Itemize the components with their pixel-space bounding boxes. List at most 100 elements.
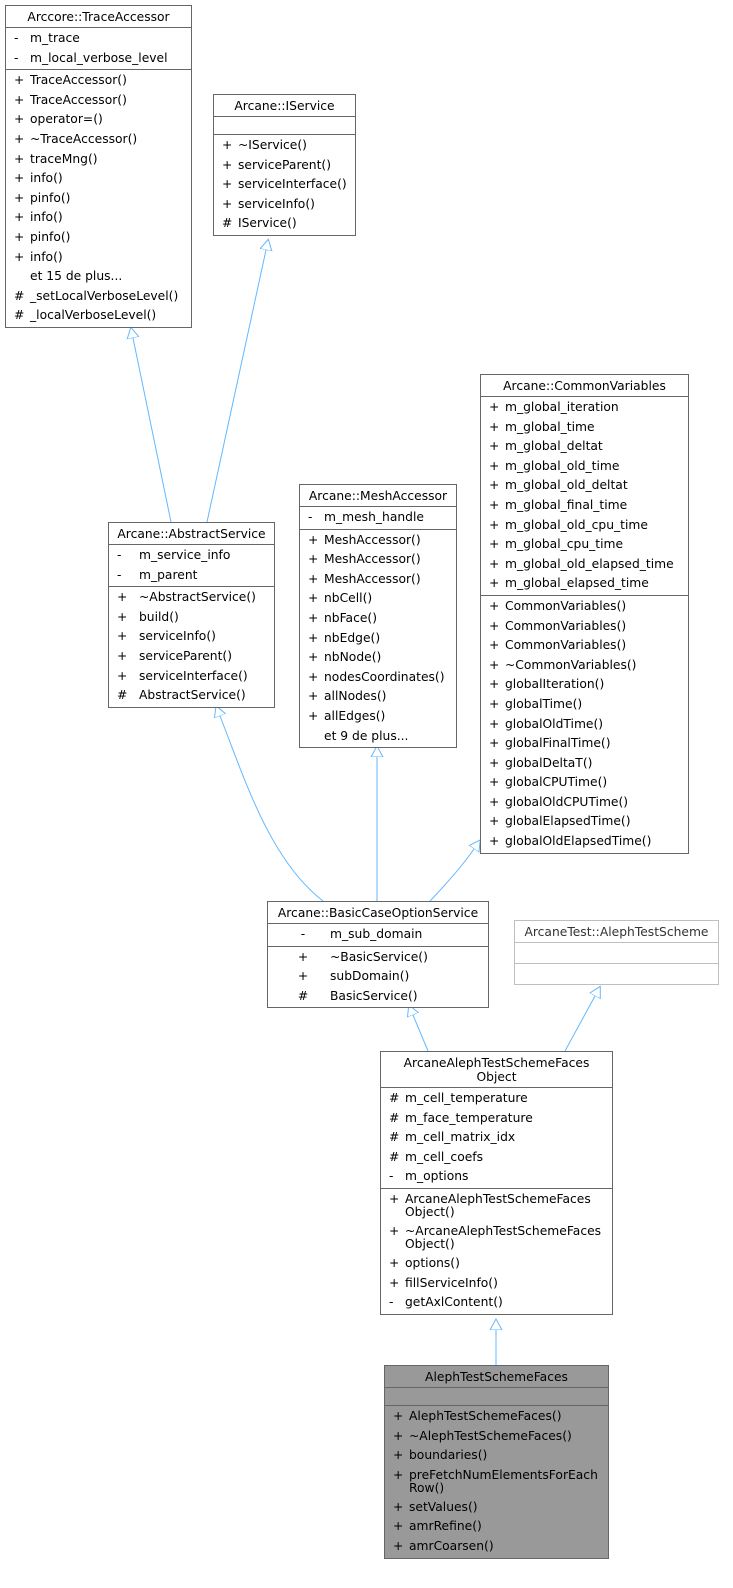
method-row[interactable]: + AlephTestSchemeFaces(): [385, 1407, 608, 1427]
attribute-row[interactable]: + m_global_old_deltat: [481, 476, 688, 496]
method-row[interactable]: + amrRefine(): [385, 1517, 608, 1537]
method-row[interactable]: + fillServiceInfo(): [381, 1274, 612, 1294]
attribute-row[interactable]: - m_sub_domain: [268, 925, 488, 945]
method-row[interactable]: + globalElapsedTime(): [481, 812, 688, 832]
attribute-row[interactable]: + m_global_old_cpu_time: [481, 516, 688, 536]
visibility-marker: +: [308, 708, 319, 723]
method-row[interactable]: + MeshAccessor(): [300, 550, 456, 570]
method-row[interactable]: + globalIteration(): [481, 675, 688, 695]
attribute-row[interactable]: - m_parent: [109, 566, 274, 586]
attribute-row[interactable]: - m_local_verbose_level: [6, 49, 191, 69]
attribute-row[interactable]: + m_global_time: [481, 418, 688, 438]
method-row[interactable]: + nodesCoordinates(): [300, 668, 456, 688]
method-row[interactable]: + allNodes(): [300, 687, 456, 707]
method-row[interactable]: + pinfo(): [6, 228, 191, 248]
method-row[interactable]: # BasicService(): [268, 987, 488, 1007]
visibility-marker: +: [393, 1409, 404, 1423]
class-abstract-service[interactable]: Arcane::AbstractService - m_service_info -…: [108, 522, 275, 708]
visibility-marker: +: [297, 969, 309, 984]
method-row[interactable]: + CommonVariables(): [481, 636, 688, 656]
attribute-row[interactable]: + m_global_old_time: [481, 457, 688, 477]
attribute-row[interactable]: + m_global_cpu_time: [481, 535, 688, 555]
method-row[interactable]: + boundaries(): [385, 1446, 608, 1466]
method-row[interactable]: et 15 de plus...: [6, 267, 191, 287]
method-row[interactable]: + ~ArcaneAlephTestSchemeFaces Object(): [381, 1222, 612, 1254]
attribute-row[interactable]: - m_mesh_handle: [300, 508, 456, 528]
method-row[interactable]: + serviceInfo(): [109, 627, 274, 647]
method-row[interactable]: + serviceInfo(): [214, 195, 355, 215]
class-trace-accessor[interactable]: Arccore::TraceAccessor - m_trace - m_local_…: [5, 5, 192, 328]
method-row[interactable]: + serviceParent(): [109, 647, 274, 667]
method-row[interactable]: et 9 de plus...: [300, 727, 456, 747]
method-row[interactable]: # AbstractService(): [109, 686, 274, 706]
method-row[interactable]: + globalCPUTime(): [481, 773, 688, 793]
attribute-row[interactable]: - m_trace: [6, 29, 191, 49]
attribute-row[interactable]: + m_global_iteration: [481, 398, 688, 418]
method-row[interactable]: + serviceParent(): [214, 156, 355, 176]
attribute-row[interactable]: # m_cell_matrix_idx: [381, 1128, 612, 1148]
class-common-variables[interactable]: Arcane::CommonVariables + m_global_iterat…: [480, 374, 689, 854]
class-basic-case-option-service[interactable]: Arcane::BasicCaseOptionService - m_sub_do…: [267, 901, 489, 1009]
method-row[interactable]: + globalTime(): [481, 695, 688, 715]
method-row[interactable]: + globalFinalTime(): [481, 734, 688, 754]
method-row[interactable]: + operator=(): [6, 110, 191, 130]
method-row[interactable]: + options(): [381, 1254, 612, 1274]
method-row[interactable]: + globalDeltaT(): [481, 754, 688, 774]
attribute-name: m_global_cpu_time: [505, 537, 624, 552]
class-arcane-aleph-test-scheme-faces-object[interactable]: ArcaneAlephTestSchemeFaces Object # m_cel…: [380, 1051, 613, 1315]
method-row[interactable]: + allEdges(): [300, 707, 456, 727]
method-row[interactable]: + nbCell(): [300, 589, 456, 609]
method-row[interactable]: + ~AlephTestSchemeFaces(): [385, 1427, 608, 1447]
method-row[interactable]: + MeshAccessor(): [300, 570, 456, 590]
method-row[interactable]: + globalOldTime(): [481, 715, 688, 735]
method-row[interactable]: + CommonVariables(): [481, 597, 688, 617]
method-row[interactable]: + ArcaneAlephTestSchemeFaces Object(): [381, 1190, 612, 1222]
method-row[interactable]: + setValues(): [385, 1498, 608, 1518]
method-row[interactable]: + serviceInterface(): [109, 667, 274, 687]
method-row[interactable]: + info(): [6, 248, 191, 268]
method-row[interactable]: + info(): [6, 208, 191, 228]
method-row[interactable]: # IService(): [214, 214, 355, 234]
method-row[interactable]: + nbFace(): [300, 609, 456, 629]
attribute-row[interactable]: # m_cell_temperature: [381, 1089, 612, 1109]
method-row[interactable]: + ~IService(): [214, 136, 355, 156]
method-row[interactable]: + subDomain(): [268, 967, 488, 987]
method-row[interactable]: + globalOldElapsedTime(): [481, 832, 688, 852]
attribute-row[interactable]: # m_face_temperature: [381, 1109, 612, 1129]
visibility-marker: +: [389, 1255, 400, 1270]
method-row[interactable]: + MeshAccessor(): [300, 531, 456, 551]
visibility-marker: +: [14, 210, 25, 225]
method-row[interactable]: + pinfo(): [6, 189, 191, 209]
method-row[interactable]: + TraceAccessor(): [6, 91, 191, 111]
class-aleph-test-scheme[interactable]: ArcaneTest::AlephTestScheme: [514, 920, 719, 985]
attribute-row[interactable]: - m_service_info: [109, 546, 274, 566]
method-row[interactable]: + globalOldCPUTime(): [481, 793, 688, 813]
method-row[interactable]: + CommonVariables(): [481, 617, 688, 637]
method-row[interactable]: + TraceAccessor(): [6, 71, 191, 91]
method-row[interactable]: + amrCoarsen(): [385, 1537, 608, 1557]
visibility-marker: +: [489, 419, 500, 434]
method-row[interactable]: + build(): [109, 608, 274, 628]
attribute-row[interactable]: # m_cell_coefs: [381, 1148, 612, 1168]
class-iservice[interactable]: Arcane::IService + ~IService() + servicePar…: [213, 94, 356, 236]
class-aleph-test-scheme-faces[interactable]: AlephTestSchemeFaces + AlephTestSchemeFac…: [384, 1365, 609, 1559]
attribute-row[interactable]: + m_global_elapsed_time: [481, 574, 688, 594]
method-row[interactable]: + traceMng(): [6, 150, 191, 170]
method-row[interactable]: + info(): [6, 169, 191, 189]
class-mesh-accessor[interactable]: Arcane::MeshAccessor - m_mesh_handle + Mes…: [299, 484, 457, 749]
method-row[interactable]: + ~TraceAccessor(): [6, 130, 191, 150]
method-row[interactable]: + ~AbstractService(): [109, 588, 274, 608]
method-row[interactable]: + ~BasicService(): [268, 948, 488, 968]
attribute-row[interactable]: + m_global_deltat: [481, 437, 688, 457]
attribute-row[interactable]: + m_global_final_time: [481, 496, 688, 516]
method-row[interactable]: # _setLocalVerboseLevel(): [6, 287, 191, 307]
method-row[interactable]: - getAxlContent(): [381, 1293, 612, 1313]
method-row[interactable]: # _localVerboseLevel(): [6, 306, 191, 326]
method-row[interactable]: + nbNode(): [300, 648, 456, 668]
attribute-row[interactable]: - m_options: [381, 1167, 612, 1187]
method-row[interactable]: + ~CommonVariables(): [481, 656, 688, 676]
method-row[interactable]: + preFetchNumElementsForEach Row(): [385, 1466, 608, 1498]
method-row[interactable]: + serviceInterface(): [214, 175, 355, 195]
method-row[interactable]: + nbEdge(): [300, 629, 456, 649]
attribute-row[interactable]: + m_global_old_elapsed_time: [481, 555, 688, 575]
